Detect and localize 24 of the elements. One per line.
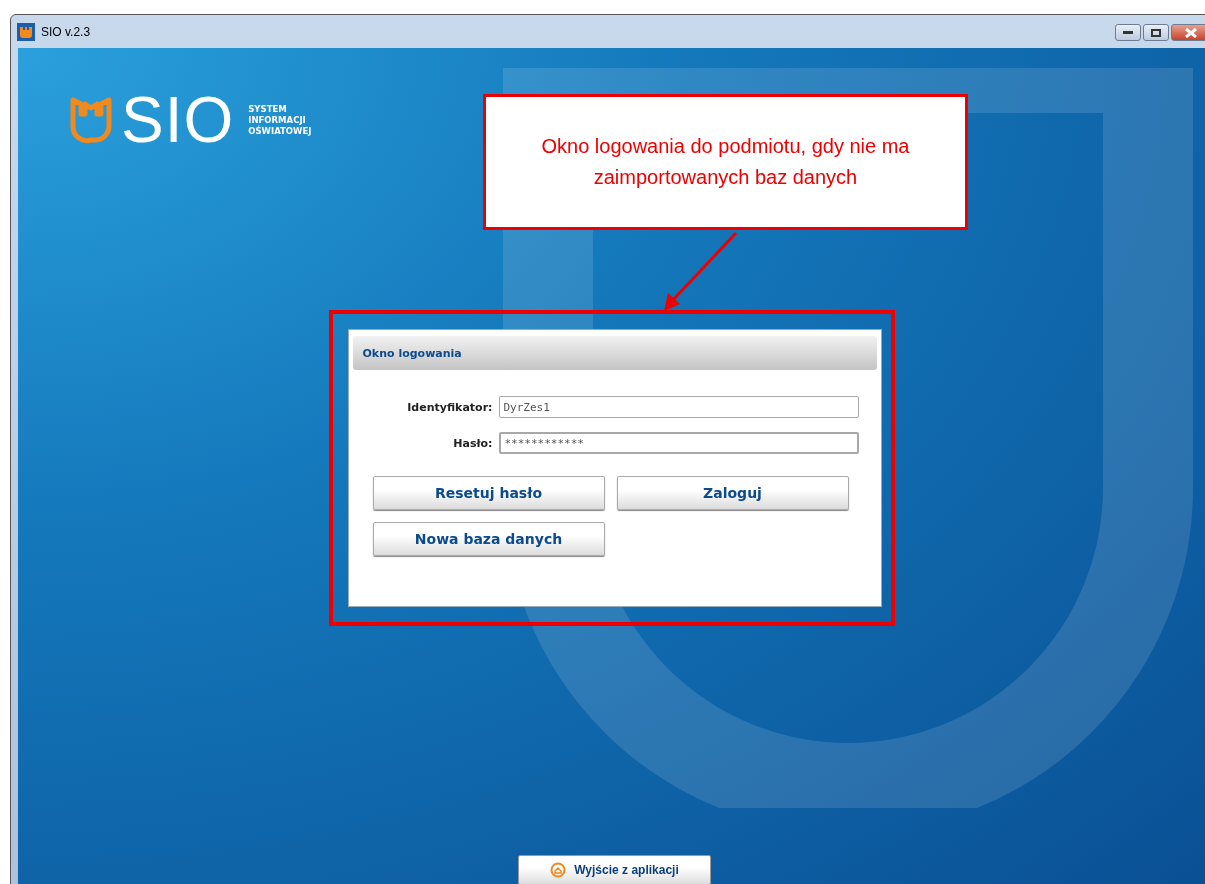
exit-button[interactable]: Wyjście z aplikacji [518, 855, 711, 884]
logo-tagline: OŚWIATOWEJ [248, 125, 312, 137]
maximize-icon [1151, 28, 1161, 37]
logo-wordmark: SIO [121, 92, 235, 148]
logo-tagline: SYSTEM [248, 103, 288, 115]
minimize-icon [1123, 30, 1133, 35]
close-button[interactable] [1171, 24, 1205, 41]
close-icon [1185, 27, 1197, 38]
field-label: Identyfikator: [406, 400, 494, 414]
input-field[interactable]: DyrZes1 [498, 396, 859, 418]
dialog-button[interactable]: Resetuj hasło [372, 476, 605, 510]
field-label: Hasło: [452, 436, 494, 450]
logo-icon [69, 96, 113, 144]
callout-text: Okno logowania do podmiotu, gdy nie ma zaimportowanych baz danych [483, 94, 968, 230]
input-field[interactable]: ************ [498, 432, 859, 454]
dialog-button[interactable]: Nowa baza danych [372, 522, 605, 556]
dialog-button[interactable]: Zaloguj [616, 476, 849, 510]
app-icon [17, 22, 35, 41]
maximize-button[interactable] [1143, 24, 1169, 41]
logo-tagline: INFORMACJI [248, 114, 306, 126]
dialog-title: Okno logowania [362, 346, 462, 360]
home-icon [550, 862, 567, 878]
minimize-button[interactable] [1115, 24, 1141, 41]
window-title: SIO v.2.3 [41, 24, 91, 39]
